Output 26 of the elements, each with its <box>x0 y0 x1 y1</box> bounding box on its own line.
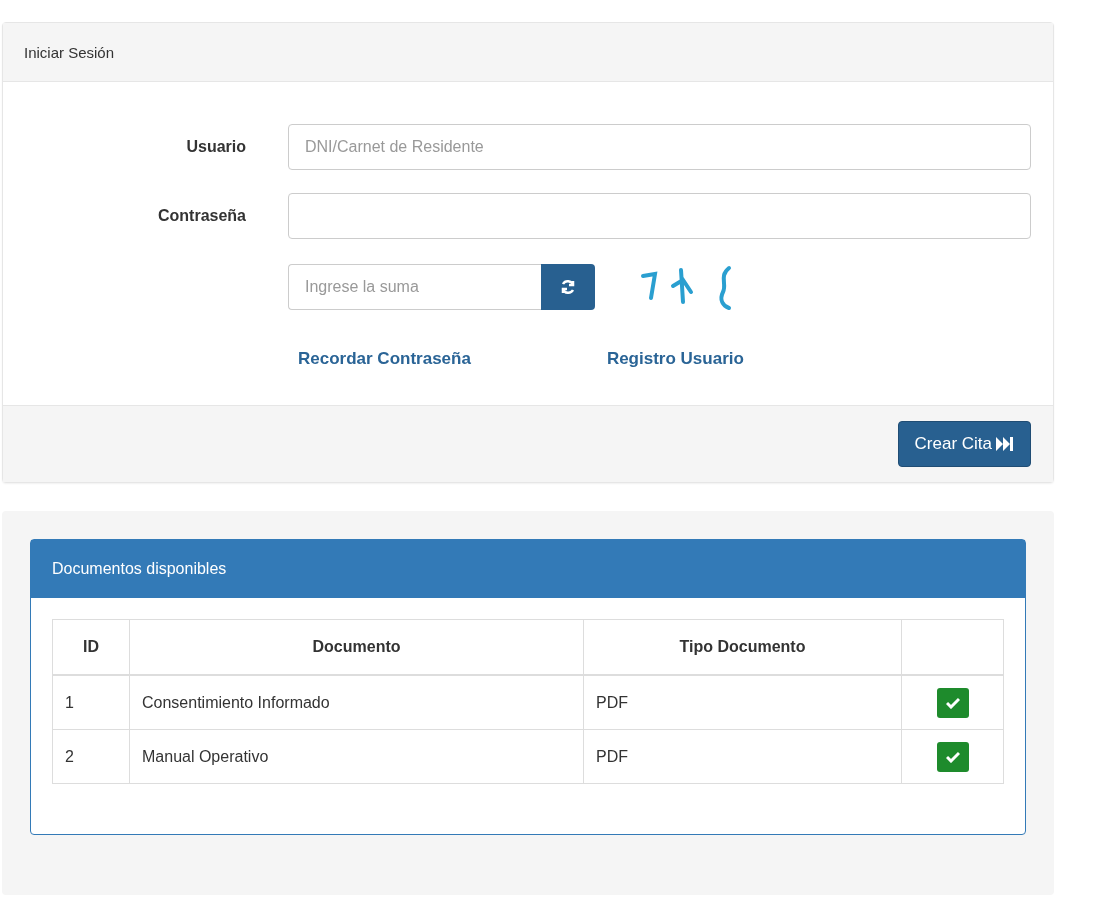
table-cell: Consentimiento Informado <box>129 675 584 730</box>
table-cell: 2 <box>52 729 130 784</box>
check-icon <box>945 750 960 763</box>
table-cell: 1 <box>52 675 130 730</box>
refresh-icon <box>560 279 576 295</box>
table-cell: PDF <box>583 729 902 784</box>
check-button[interactable] <box>936 741 969 772</box>
field-label: Usuario <box>185 138 246 156</box>
panel-title: Iniciar Sesión <box>24 43 115 61</box>
input-field[interactable]: DNI/Carnet de Residente <box>288 124 1031 170</box>
column-header: Tipo Documento <box>583 619 902 675</box>
panel-title: Documentos disponibles <box>52 560 227 578</box>
fast-forward-icon <box>996 437 1014 451</box>
table-cell: PDF <box>583 675 902 730</box>
link[interactable]: Registro Usuario <box>606 349 744 369</box>
column-header: ID <box>52 619 130 675</box>
input-field[interactable]: Ingrese la suma <box>288 264 541 310</box>
check-button[interactable] <box>936 687 969 718</box>
column-header: Documento <box>129 619 584 675</box>
create-appointment-button[interactable]: Crear Cita <box>897 421 1031 467</box>
input-field[interactable] <box>288 193 1031 239</box>
table-cell: Manual Operativo <box>129 729 584 784</box>
link[interactable]: Recordar Contraseña <box>298 349 471 369</box>
field-label: Contraseña <box>156 207 246 225</box>
refresh-button[interactable] <box>541 264 595 310</box>
check-icon <box>945 696 960 709</box>
